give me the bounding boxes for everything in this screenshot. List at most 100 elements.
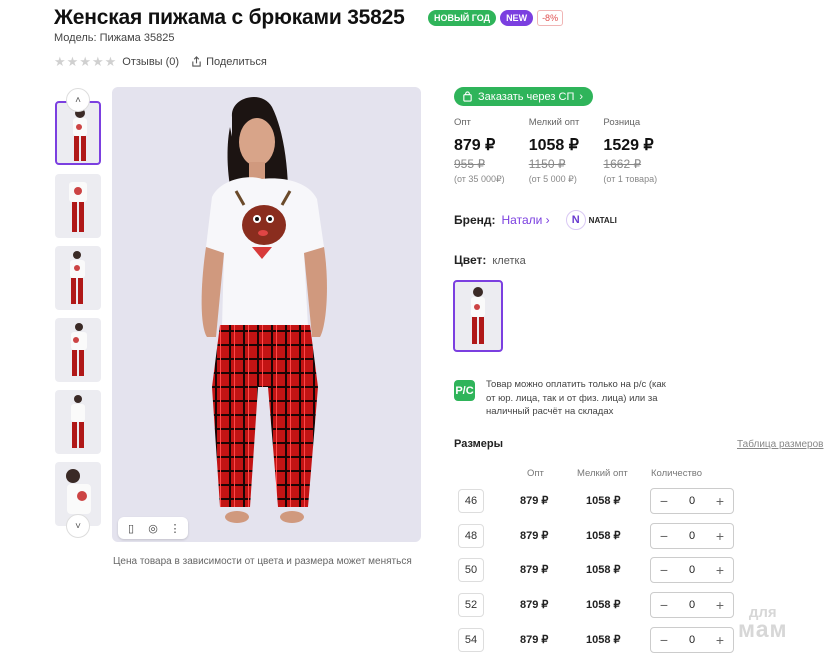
main-product-photo[interactable] bbox=[112, 87, 421, 542]
price-value: 1058 ₽ bbox=[528, 137, 579, 154]
size-row: 46 879 ₽ 1058 ₽ − 0 + bbox=[458, 488, 758, 515]
model-label: Модель: Пижама 35825 bbox=[54, 32, 175, 44]
price-value: 879 ₽ bbox=[454, 137, 496, 154]
quantity-stepper: − 0 + bbox=[650, 557, 734, 583]
order-sp-label: Заказать через СП bbox=[478, 90, 575, 103]
share-button[interactable]: Поделиться bbox=[191, 56, 267, 68]
quantity-value[interactable]: 0 bbox=[689, 564, 695, 576]
share-label: Поделиться bbox=[206, 55, 267, 68]
brand-row: Бренд: Натали › N NATALI bbox=[454, 210, 617, 230]
quantity-value[interactable]: 0 bbox=[689, 495, 695, 507]
bag-icon bbox=[463, 91, 472, 102]
color-swatch-image bbox=[471, 287, 485, 344]
price-small-opt: Мелкий опт 1058 ₽ 1150 ₽ (от 5 000 ₽) bbox=[529, 117, 580, 185]
quantity-value[interactable]: 0 bbox=[689, 599, 695, 611]
price-old: 1150 ₽ bbox=[528, 157, 566, 171]
rating-bar: ★ ★ ★ ★ ★ Отзывы (0) Поделиться bbox=[54, 55, 267, 68]
thumbnail-strip: ˄ ˅ bbox=[54, 88, 102, 538]
payment-info: Р/С Товар можно оплатить только на р/с (… bbox=[454, 378, 676, 419]
size-price-opt: 879 ₽ bbox=[520, 634, 549, 646]
thumbnail-4[interactable] bbox=[55, 318, 101, 382]
rating-stars[interactable]: ★ ★ ★ ★ ★ bbox=[54, 55, 116, 68]
price-retail: Розница 1529 ₽ 1662 ₽ (от 1 товара) bbox=[603, 117, 657, 185]
reviews-link[interactable]: Отзывы (0) bbox=[122, 56, 179, 68]
quantity-value[interactable]: 0 bbox=[689, 530, 695, 542]
quantity-stepper: − 0 + bbox=[650, 592, 734, 618]
quantity-stepper: − 0 + bbox=[650, 627, 734, 653]
order-sp-button[interactable]: Заказать через СП › bbox=[454, 87, 594, 106]
sizes-header-opt: Опт bbox=[527, 468, 544, 479]
plus-icon[interactable]: + bbox=[713, 562, 727, 578]
quantity-value[interactable]: 0 bbox=[689, 634, 695, 646]
new-badge: NEW bbox=[500, 10, 534, 26]
color-label: Цвет: bbox=[454, 253, 487, 267]
thumbnail-3[interactable] bbox=[55, 246, 101, 310]
brand-logo-icon: N bbox=[565, 210, 586, 230]
minus-icon[interactable]: − bbox=[657, 632, 671, 648]
quantity-stepper: − 0 + bbox=[650, 488, 734, 514]
size-price-small-opt: 1058 ₽ bbox=[586, 495, 621, 507]
brand-logo[interactable]: N NATALI bbox=[565, 210, 617, 230]
more-options-icon[interactable]: ⋮ bbox=[166, 520, 184, 536]
page-title: Женская пижама с брюками 35825 bbox=[54, 6, 405, 29]
sizes-header-small-opt: Мелкий опт bbox=[577, 468, 628, 479]
size-price-opt: 879 ₽ bbox=[520, 495, 549, 507]
size-price-opt: 879 ₽ bbox=[520, 564, 549, 576]
price-value: 1529 ₽ bbox=[603, 137, 654, 154]
price-condition: (от 5 000 ₽) bbox=[528, 174, 577, 184]
share-icon bbox=[192, 56, 201, 67]
size-label: 46 bbox=[458, 489, 484, 513]
size-chart-link[interactable]: Таблица размеров bbox=[737, 439, 823, 450]
minus-icon[interactable]: − bbox=[657, 597, 671, 613]
price-opt: Опт 879 ₽ 955 ₽ (от 35 000₽) bbox=[454, 117, 505, 185]
plus-icon[interactable]: + bbox=[713, 632, 727, 648]
size-label: 48 bbox=[458, 524, 484, 548]
size-label: 54 bbox=[458, 628, 484, 652]
size-price-opt: 879 ₽ bbox=[520, 530, 549, 542]
thumbnail-5[interactable] bbox=[55, 390, 101, 454]
payment-text: Товар можно оплатить только на р/с (как … bbox=[486, 379, 666, 417]
price-label: Мелкий опт bbox=[528, 117, 580, 128]
price-label: Розница bbox=[603, 117, 641, 128]
price-condition: (от 35 000₽) bbox=[454, 174, 505, 184]
plus-icon[interactable]: + bbox=[713, 528, 727, 544]
size-label: 50 bbox=[458, 558, 484, 582]
brand-logo-text: NATALI bbox=[588, 215, 617, 225]
minus-icon[interactable]: − bbox=[657, 493, 671, 509]
size-label: 52 bbox=[458, 593, 484, 617]
sizes-title: Размеры bbox=[454, 438, 504, 450]
brand-link[interactable]: Натали › bbox=[502, 213, 550, 227]
thumbnail-scroll-up-button[interactable]: ˄ bbox=[66, 88, 90, 112]
brand-label: Бренд: bbox=[454, 213, 496, 227]
size-row: 54 879 ₽ 1058 ₽ − 0 + bbox=[458, 627, 758, 654]
minus-icon[interactable]: − bbox=[657, 562, 671, 578]
size-row: 48 879 ₽ 1058 ₽ − 0 + bbox=[458, 523, 758, 550]
image-search-icon[interactable]: ◎ bbox=[144, 520, 162, 536]
price-note: Цена товара в зависимости от цвета и раз… bbox=[113, 556, 412, 567]
chevron-right-icon: › bbox=[579, 90, 584, 103]
product-thumb-image bbox=[73, 108, 87, 161]
price-old: 955 ₽ bbox=[454, 157, 485, 171]
sizes-header-qty: Количество bbox=[651, 468, 703, 479]
star-icon: ★ bbox=[54, 54, 66, 69]
size-price-opt: 879 ₽ bbox=[520, 599, 549, 611]
plus-icon[interactable]: + bbox=[713, 493, 727, 509]
thumbnail-2[interactable] bbox=[55, 174, 101, 238]
thumbnail-scroll-down-button[interactable]: ˅ bbox=[66, 514, 90, 538]
price-block: Опт 879 ₽ 955 ₽ (от 35 000₽) Мелкий опт … bbox=[454, 117, 681, 185]
badge-group: НОВЫЙ ГОД NEW -8% bbox=[428, 10, 564, 26]
color-swatch-plaid[interactable] bbox=[453, 280, 503, 352]
minus-icon[interactable]: − bbox=[657, 528, 671, 544]
bookmark-icon[interactable]: ▯ bbox=[122, 520, 140, 536]
product-thumb-image bbox=[71, 323, 87, 376]
star-icon: ★ bbox=[66, 54, 79, 69]
size-row: 50 879 ₽ 1058 ₽ − 0 + bbox=[458, 557, 758, 584]
product-thumb-image bbox=[71, 395, 85, 448]
product-thumb-image bbox=[69, 182, 87, 232]
discount-badge: -8% bbox=[537, 10, 564, 26]
chevron-down-icon: ˅ bbox=[75, 520, 81, 532]
size-price-small-opt: 1058 ₽ bbox=[586, 564, 621, 576]
quantity-stepper: − 0 + bbox=[650, 523, 734, 549]
plus-icon[interactable]: + bbox=[713, 597, 727, 613]
price-condition: (от 1 товара) bbox=[603, 174, 658, 184]
